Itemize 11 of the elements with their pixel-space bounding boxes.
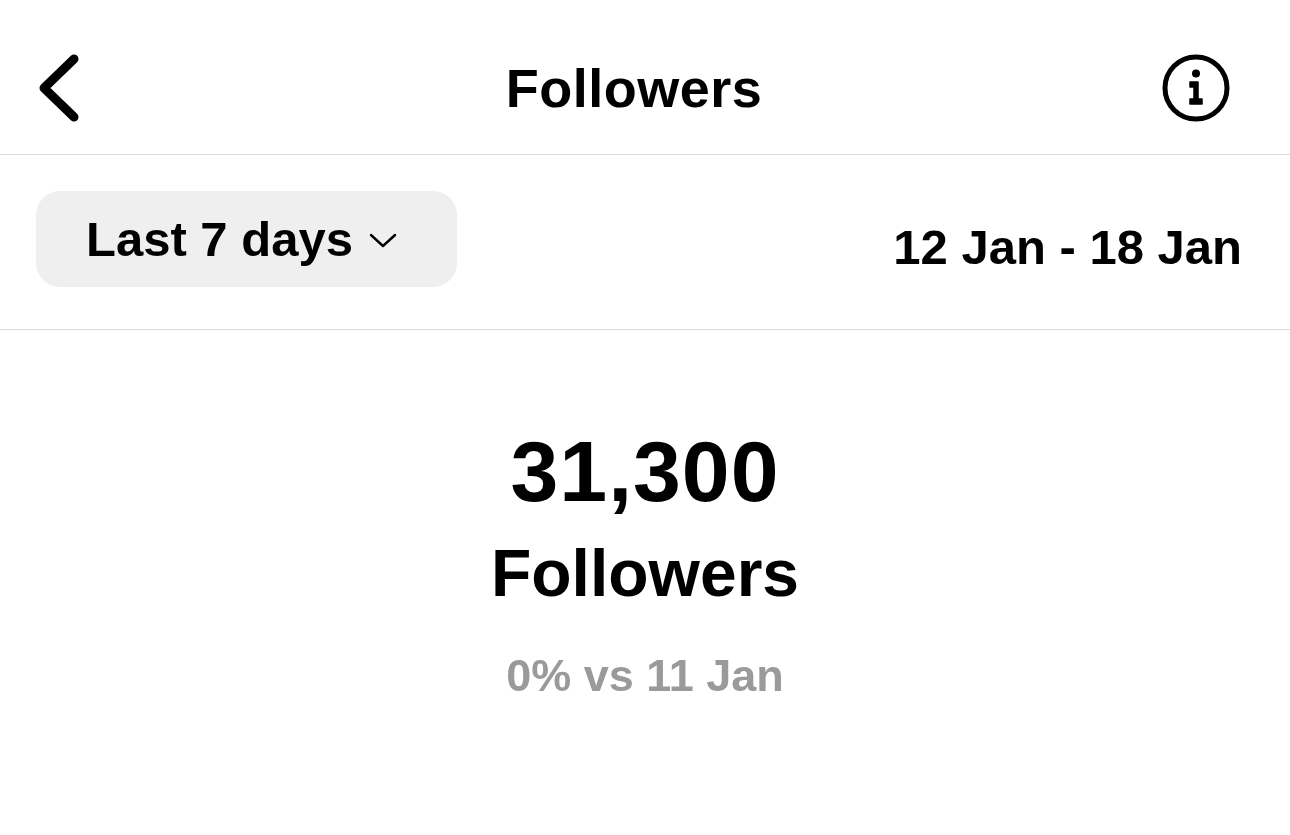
- comparison-text: 0% vs 11 Jan: [506, 653, 784, 698]
- date-range: 12 Jan - 18 Jan: [893, 222, 1242, 272]
- back-icon: [38, 54, 80, 122]
- info-button[interactable]: [1162, 54, 1230, 122]
- follower-count: 31,300: [510, 428, 780, 514]
- info-icon: [1162, 54, 1230, 122]
- period-dropdown[interactable]: Last 7 days: [36, 191, 457, 287]
- page-title: Followers: [505, 61, 763, 115]
- caret-icon: [368, 232, 397, 248]
- follower-label: Followers: [490, 540, 800, 606]
- back-button[interactable]: [38, 54, 80, 122]
